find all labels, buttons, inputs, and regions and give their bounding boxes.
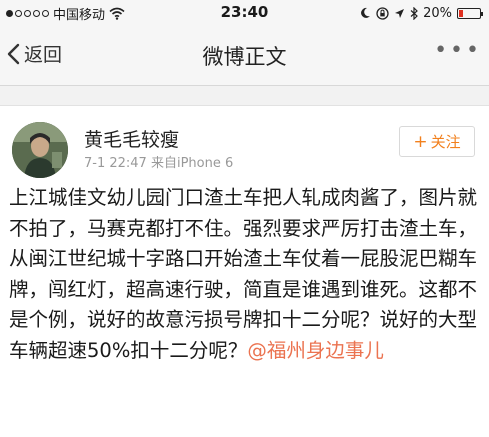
author-name[interactable]: 黄毛毛较瘦 [84,125,179,152]
mention-link[interactable]: @福州身边事儿 [247,339,384,362]
bluetooth-icon [410,6,418,20]
battery-level [459,9,463,17]
post-meta: 7-1 22:47 来自iPhone 6 [84,152,233,171]
status-indicators: 20% [360,4,483,22]
battery-percent: 20% [423,5,452,21]
navigation-bar: 返回 微博正文 • • • [0,26,489,86]
status-bar: 中国移动 23:40 20% [0,0,489,26]
post-timestamp: 7-1 22:47 [84,156,147,171]
follow-label: 关注 [430,133,461,151]
post-source: 来自iPhone 6 [150,156,234,171]
follow-button[interactable]: + 关注 [399,126,475,157]
avatar-image [12,122,68,178]
battery-icon [457,7,483,19]
moon-icon [361,7,371,18]
location-icon [395,8,405,18]
lock-rotation-icon [376,6,389,20]
more-icon[interactable]: • • • [434,38,479,63]
post-text: 上江城佳文幼儿园门口渣土车把人轧成肉酱了，图片就不拍了，马赛克都打不住。强烈要求… [9,186,478,362]
avatar[interactable] [12,122,68,178]
post-content: 上江城佳文幼儿园门口渣土车把人轧成肉酱了，图片就不拍了，马赛克都打不住。强烈要求… [9,183,484,366]
page-title: 微博正文 [202,45,287,69]
plus-icon: + [413,131,428,152]
divider-strip [0,86,489,106]
